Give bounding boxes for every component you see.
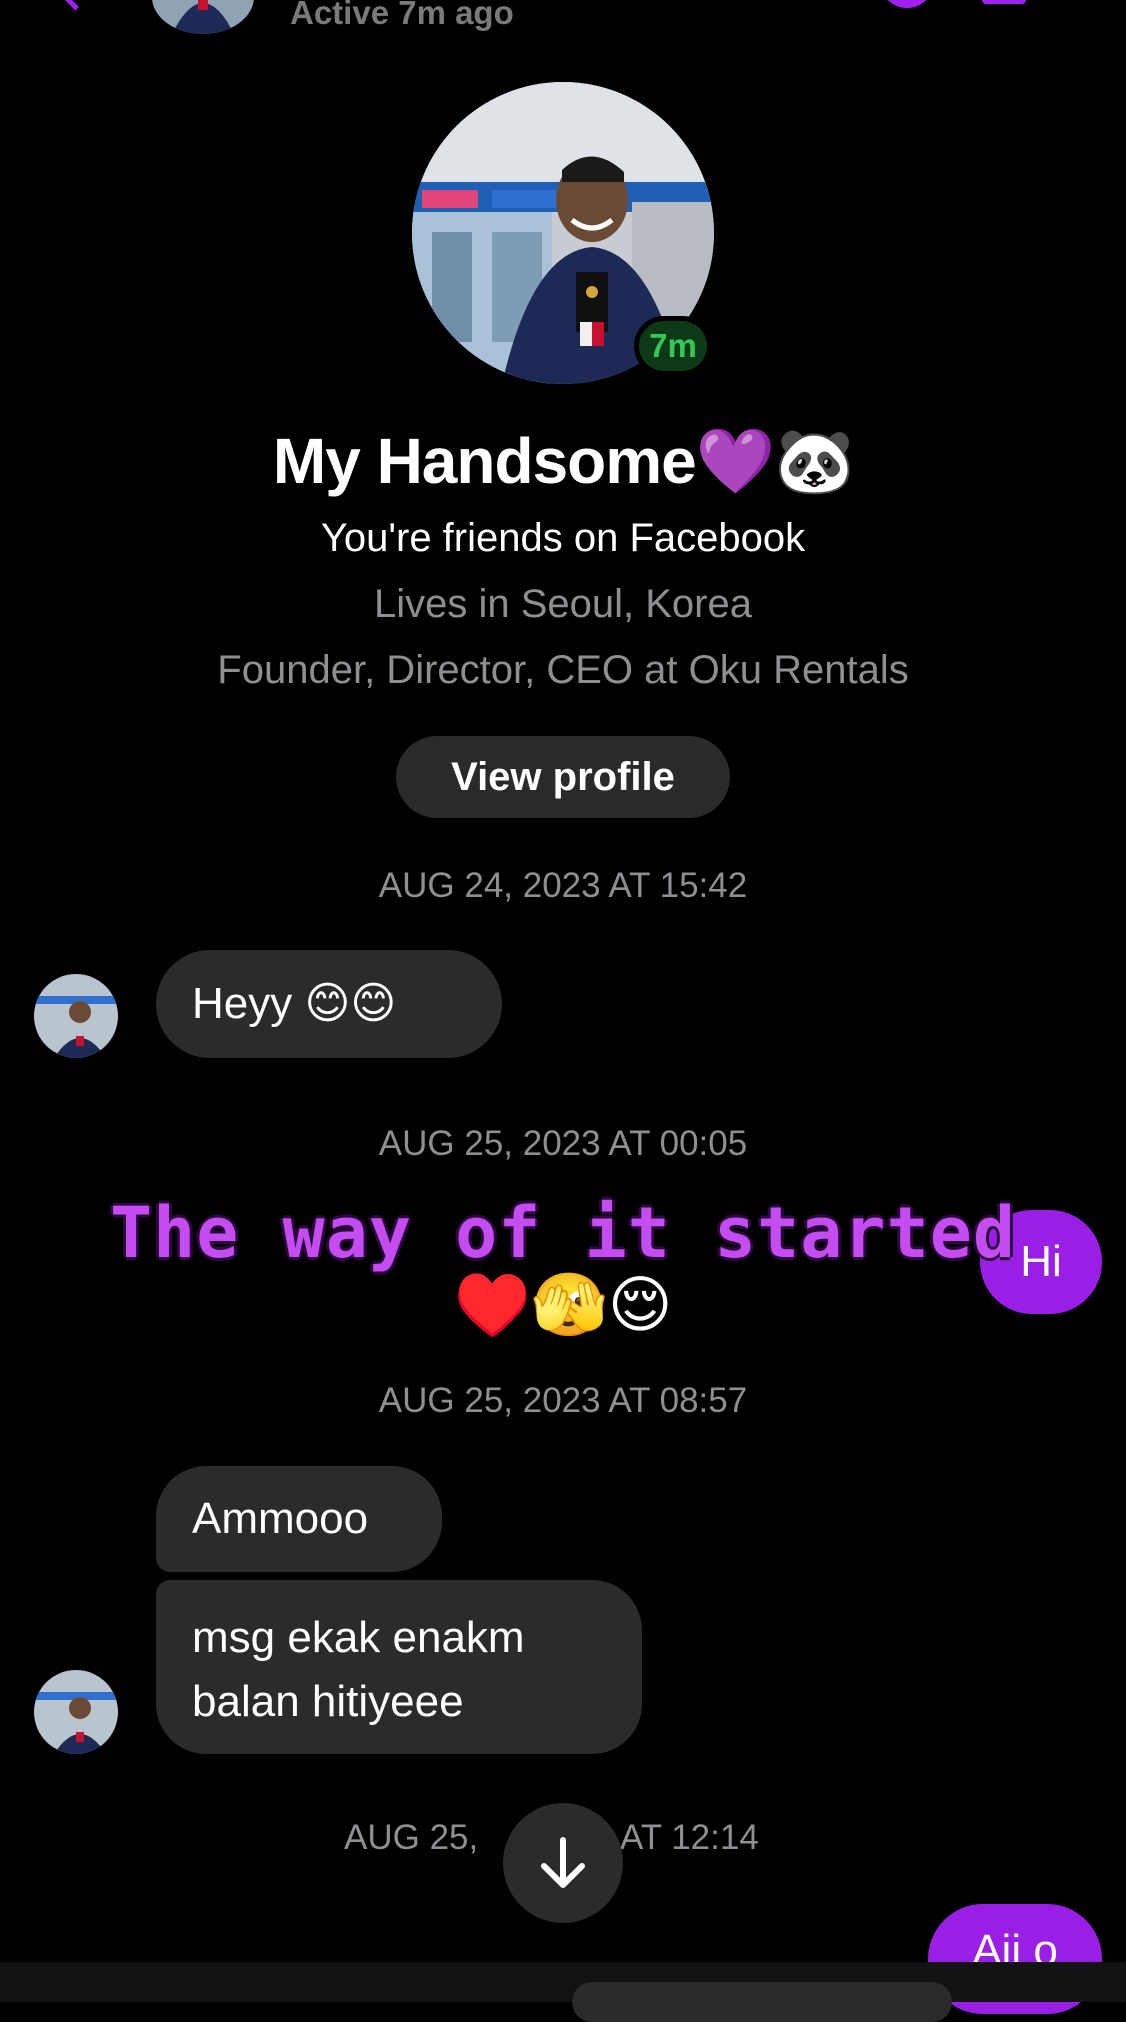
message-line: msg ekak enakm xyxy=(192,1613,525,1662)
scroll-to-bottom-button[interactable] xyxy=(503,1803,623,1923)
message-input[interactable] xyxy=(572,1982,952,2022)
timestamp: AUG 25, 2023 AT 00:05 xyxy=(378,1124,748,1163)
message-bubble[interactable]: msg ekak enakm balan hitiyeee xyxy=(156,1580,642,1754)
overlay-emojis: ♥️🫣😌 xyxy=(453,1271,673,1340)
message-line: balan hitiyeee xyxy=(192,1677,464,1726)
sender-avatar[interactable] xyxy=(34,1670,118,1754)
video-icon[interactable] xyxy=(982,0,1026,4)
timestamp: AUG 25, 2023 AT 08:57 xyxy=(378,1381,748,1420)
arrow-down-icon xyxy=(541,1837,585,1888)
location-info: Lives in Seoul, Korea xyxy=(373,582,752,626)
active-time-badge: 7m xyxy=(634,316,712,376)
message-bubble[interactable]: Heyy 😊😊 xyxy=(156,950,502,1058)
phone-icon[interactable] xyxy=(880,0,934,8)
sender-avatar[interactable] xyxy=(34,974,118,1058)
header-avatar[interactable] xyxy=(152,0,254,34)
timestamp: AUG 24, 2023 AT 15:42 xyxy=(378,866,748,905)
timestamp-right: AT 12:14 xyxy=(620,1818,759,1857)
header-status: Active 7m ago xyxy=(290,0,514,31)
timestamp-left: AUG 25, xyxy=(344,1818,479,1857)
contact-name: My Handsome💜🐼 xyxy=(272,425,854,497)
composer-bar xyxy=(0,1962,1126,2002)
view-profile-button[interactable]: View profile xyxy=(396,736,730,818)
work-info: Founder, Director, CEO at Oku Rentals xyxy=(217,648,909,692)
friends-status: You're friends on Facebook xyxy=(320,516,806,560)
overlay-caption: The way of it started xyxy=(109,1192,1016,1274)
message-bubble[interactable]: Ammooo xyxy=(156,1466,442,1572)
back-chevron-icon[interactable] xyxy=(56,0,95,11)
